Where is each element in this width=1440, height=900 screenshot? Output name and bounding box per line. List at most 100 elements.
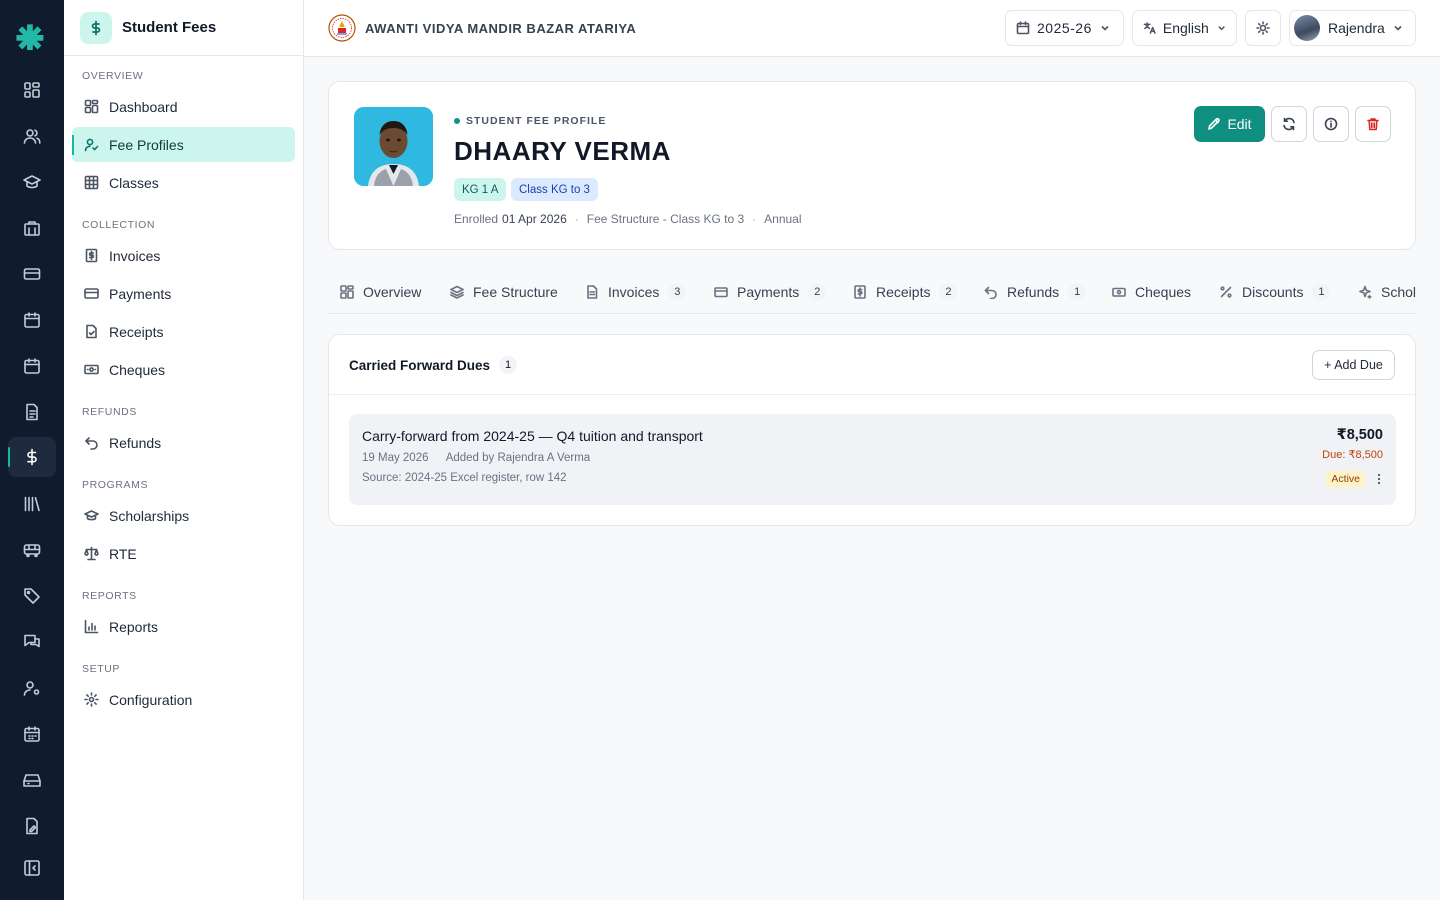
delete-button[interactable] bbox=[1355, 106, 1391, 142]
sidebar-item-rte[interactable]: RTE bbox=[72, 536, 295, 571]
sidebar-item-configuration[interactable]: Configuration bbox=[72, 682, 295, 717]
rail-tag-icon[interactable] bbox=[8, 576, 56, 616]
rail-document-icon[interactable] bbox=[8, 392, 56, 432]
tab-receipts[interactable]: Receipts 2 bbox=[853, 274, 958, 310]
tab-overview[interactable]: Overview bbox=[340, 274, 421, 310]
rail-user-cog-icon[interactable] bbox=[8, 668, 56, 708]
enrolled-date: 01 Apr 2026 bbox=[502, 212, 567, 226]
refresh-button[interactable] bbox=[1271, 106, 1307, 142]
tab-discounts[interactable]: Discounts 1 bbox=[1219, 274, 1331, 310]
tab-label: Payments bbox=[737, 284, 800, 300]
dues-header: Carried Forward Dues 1 + Add Due bbox=[329, 335, 1415, 395]
receipt-icon bbox=[854, 285, 866, 299]
app-rail bbox=[0, 0, 64, 900]
language-select[interactable]: English bbox=[1132, 10, 1237, 46]
student-profile-card: STUDENT FEE PROFILE DHAARY VERMA KG 1 A … bbox=[328, 81, 1416, 250]
sidebar-item-receipts[interactable]: Receipts bbox=[72, 314, 295, 349]
refresh-icon bbox=[1283, 117, 1295, 131]
rail-chat-icon[interactable] bbox=[8, 622, 56, 662]
sidebar-item-label: Scholarships bbox=[109, 507, 190, 524]
sidebar-item-label: Payments bbox=[109, 285, 172, 302]
sidebar-item-classes[interactable]: Classes bbox=[72, 165, 295, 200]
sidebar-item-label: Cheques bbox=[109, 361, 166, 378]
sidebar-item-label: Invoices bbox=[109, 247, 161, 264]
rail-calendar-check-icon[interactable] bbox=[8, 346, 56, 386]
due-date: 19 May 2026 bbox=[362, 452, 429, 464]
rail-bus-icon[interactable] bbox=[8, 530, 56, 570]
user-menu[interactable]: Rajendra bbox=[1289, 10, 1416, 46]
status-badge: Active bbox=[1326, 471, 1365, 487]
rail-calendar-icon[interactable] bbox=[8, 300, 56, 340]
tab-fee-structure[interactable]: Fee Structure bbox=[450, 274, 558, 310]
table-icon bbox=[84, 175, 99, 190]
fee-frequency: Annual bbox=[764, 212, 802, 226]
meta-separator: · bbox=[574, 212, 579, 226]
sidebar-item-label: Configuration bbox=[109, 691, 193, 708]
sidebar-item-scholarships[interactable]: Scholarships bbox=[72, 498, 295, 533]
edit-button[interactable]: Edit bbox=[1194, 106, 1265, 142]
sun-icon bbox=[1256, 21, 1270, 35]
tab-payments[interactable]: Payments 2 bbox=[714, 274, 827, 310]
sidebar-item-reports[interactable]: Reports bbox=[72, 609, 295, 644]
fee-structure-name: Fee Structure - Class KG to 3 bbox=[586, 212, 745, 226]
tab-cheques[interactable]: Cheques bbox=[1112, 274, 1191, 310]
add-due-button[interactable]: + Add Due bbox=[1312, 350, 1395, 380]
section-reports: Reports bbox=[82, 590, 137, 602]
sidebar-item-dashboard[interactable]: Dashboard bbox=[72, 89, 295, 124]
tab-label: Receipts bbox=[876, 284, 931, 300]
tab-invoices[interactable]: Invoices 3 bbox=[585, 274, 687, 310]
tab-label: Schol bbox=[1381, 284, 1416, 300]
tab-scholarships[interactable]: Schol bbox=[1358, 274, 1416, 310]
rail-calendar-days-icon[interactable] bbox=[8, 714, 56, 754]
theme-toggle-button[interactable] bbox=[1245, 10, 1281, 46]
info-icon bbox=[1324, 117, 1338, 131]
sidebar-item-payments[interactable]: Payments bbox=[72, 276, 295, 311]
sidebar-title: Student Fees bbox=[122, 19, 217, 36]
due-meta: 19 May 2026 Added by Rajendra A Verma bbox=[362, 452, 590, 464]
sidebar-header: Student Fees bbox=[64, 0, 303, 56]
info-button[interactable] bbox=[1313, 106, 1349, 142]
sidebar-item-refunds[interactable]: Refunds bbox=[72, 425, 295, 460]
banknote-icon bbox=[84, 364, 99, 375]
scale-icon bbox=[84, 546, 99, 561]
rail-storage-icon[interactable] bbox=[8, 760, 56, 800]
tab-label: Overview bbox=[363, 284, 422, 300]
dues-title-label: Carried Forward Dues bbox=[349, 357, 491, 373]
sidebar: Student Fees Overview Dashboard Fee Prof… bbox=[64, 0, 304, 900]
sidebar-item-label: RTE bbox=[109, 545, 137, 562]
tab-label: Refunds bbox=[1007, 284, 1060, 300]
bar-chart-icon bbox=[84, 619, 99, 634]
banknote-icon bbox=[1112, 287, 1126, 297]
sidebar-item-invoices[interactable]: Invoices bbox=[72, 238, 295, 273]
section-chip: KG 1 A bbox=[454, 178, 507, 201]
sidebar-item-cheques[interactable]: Cheques bbox=[72, 352, 295, 387]
rail-graduation-icon[interactable] bbox=[8, 162, 56, 202]
rail-file-edit-icon[interactable] bbox=[8, 806, 56, 846]
sidebar-item-fee-profiles[interactable]: Fee Profiles bbox=[72, 127, 295, 162]
profile-meta: Enrolled 01 Apr 2026 · Fee Structure - C… bbox=[454, 212, 802, 226]
rail-fees-icon[interactable] bbox=[8, 437, 56, 477]
tab-label: Fee Structure bbox=[473, 284, 558, 300]
rail-card-icon[interactable] bbox=[8, 254, 56, 294]
rail-dashboard-icon[interactable] bbox=[8, 70, 56, 110]
rail-library-icon[interactable] bbox=[8, 484, 56, 524]
rail-collapse-icon[interactable] bbox=[8, 848, 56, 888]
chevron-down-icon bbox=[1101, 25, 1109, 31]
document-icon bbox=[587, 285, 598, 299]
app-logo-icon[interactable] bbox=[16, 22, 44, 50]
rail-users-icon[interactable] bbox=[8, 116, 56, 156]
enrolled-label: Enrolled bbox=[454, 212, 499, 226]
more-actions-button[interactable] bbox=[1372, 471, 1386, 487]
academic-year-select[interactable]: 2025-26 bbox=[1005, 10, 1124, 46]
rail-building-icon[interactable] bbox=[8, 208, 56, 248]
sidebar-item-label: Dashboard bbox=[109, 98, 178, 115]
student-photo bbox=[354, 107, 433, 186]
tab-refunds[interactable]: Refunds 1 bbox=[984, 274, 1087, 310]
meta-separator: · bbox=[752, 212, 757, 226]
tab-count: 1 bbox=[1068, 283, 1087, 301]
calendar-icon bbox=[1016, 21, 1030, 35]
list-item[interactable]: Carry-forward from 2024-25 — Q4 tuition … bbox=[349, 414, 1396, 505]
pencil-icon bbox=[1208, 117, 1221, 130]
sidebar-item-label: Refunds bbox=[109, 434, 162, 451]
grid-icon bbox=[340, 285, 354, 299]
